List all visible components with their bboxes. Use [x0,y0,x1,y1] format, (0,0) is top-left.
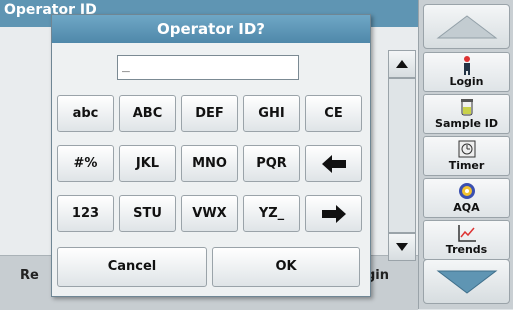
key-symbols[interactable]: #% [57,145,114,182]
key-DEF[interactable]: DEF [181,95,238,132]
sidebar-item-trends[interactable]: Trends [423,220,510,260]
sidebar-item-label: Timer [448,159,485,172]
key-JKL[interactable]: JKL [119,145,176,182]
key-CE[interactable]: CE [305,95,362,132]
sidebar-item-sample-id[interactable]: Sample ID [423,94,510,134]
triangle-down-icon [436,270,498,294]
sidebar-item-label: Login [449,75,484,88]
operator-id-dialog: Operator ID? _ abc ABC DEF GHI CE #% JKL… [51,14,416,297]
key-STU[interactable]: STU [119,195,176,232]
caret-down-icon [396,243,408,251]
sidebar-item-label: Trends [445,243,488,256]
sidebar-item-timer[interactable]: Timer [423,136,510,176]
dialog-scroll-up-button[interactable] [388,50,416,78]
caret-up-icon [396,60,408,68]
enter-key[interactable] [305,195,362,232]
cancel-button[interactable]: Cancel [57,247,207,287]
arrow-left-icon [321,155,346,173]
sample-vial-icon [424,97,509,117]
key-VWX[interactable]: VWX [181,195,238,232]
sidebar-item-label: Sample ID [435,117,498,130]
sidebar-item-login[interactable]: Login [423,52,510,92]
trends-chart-icon [424,223,509,243]
person-icon [424,55,509,75]
sidebar-item-aqa[interactable]: AQA [423,178,510,218]
ok-button[interactable]: OK [212,247,360,287]
key-YZ[interactable]: YZ_ [243,195,300,232]
right-sidebar: Login Sample ID Timer AQA Trends [418,0,513,309]
sidebar-scroll-down-button[interactable] [423,259,510,304]
sidebar-item-label: AQA [453,201,480,214]
operator-id-input[interactable]: _ [117,55,299,80]
key-MNO[interactable]: MNO [181,145,238,182]
timer-icon [424,139,509,159]
background-left-button-label: Re [20,268,39,283]
aqa-icon [424,181,509,201]
key-abc[interactable]: abc [57,95,114,132]
dialog-scroll-down-button[interactable] [388,233,416,261]
arrow-right-icon [321,205,346,223]
key-ABC[interactable]: ABC [119,95,176,132]
sidebar-scroll-up-button[interactable] [423,4,510,49]
backspace-key[interactable] [305,145,362,182]
dialog-title: Operator ID? [52,15,370,43]
key-GHI[interactable]: GHI [243,95,300,132]
key-123[interactable]: 123 [57,195,114,232]
triangle-up-icon [436,15,498,39]
dialog-scrollbar-track[interactable] [388,78,416,233]
key-PQR[interactable]: PQR [243,145,300,182]
